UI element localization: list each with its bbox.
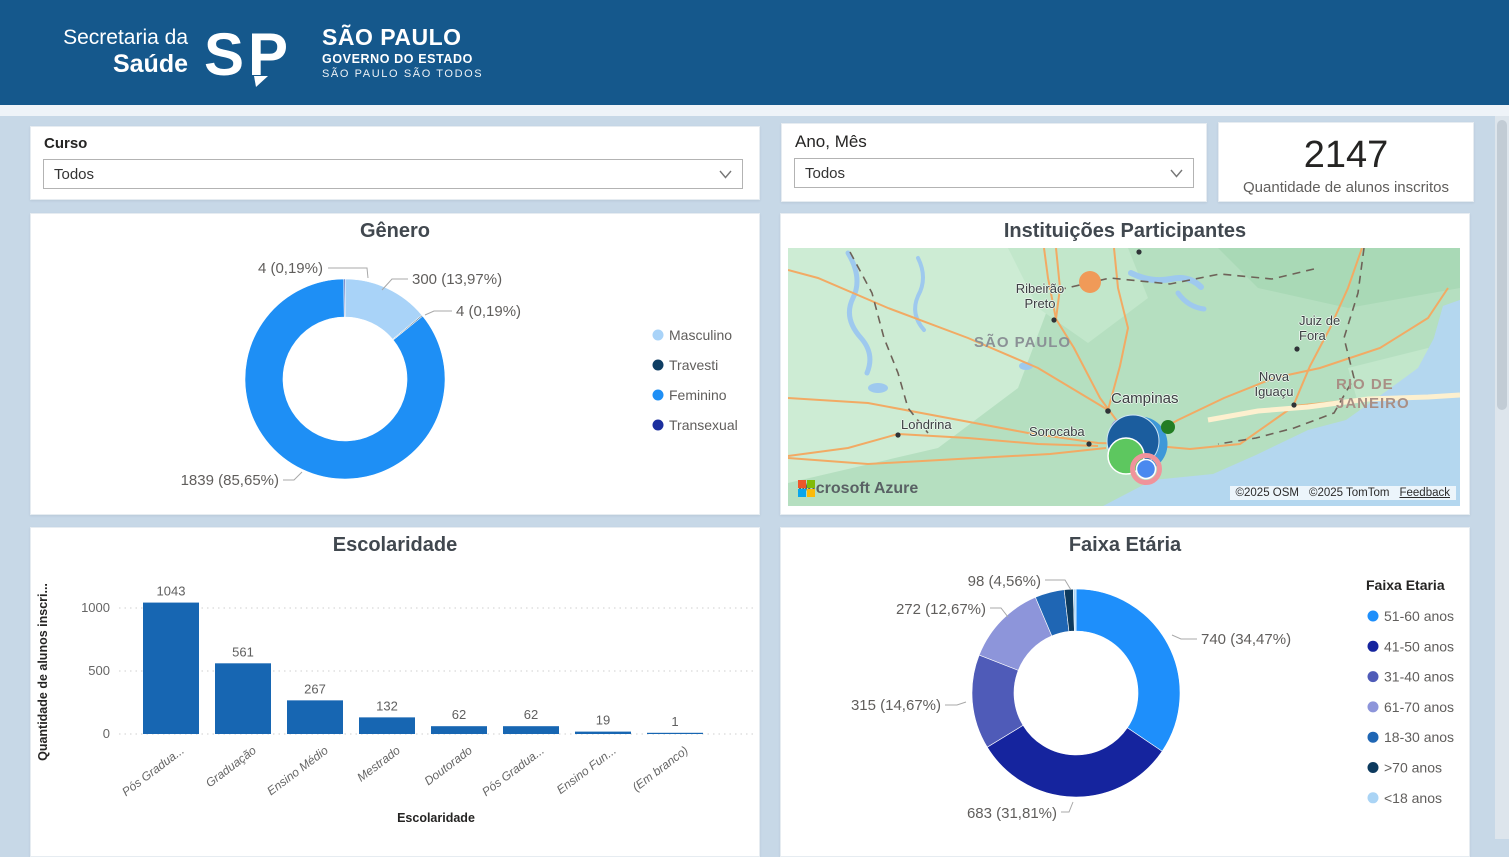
svg-text:(Em branco): (Em branco) (630, 743, 691, 794)
faixa-etaria-donut-chart[interactable]: 740 (34,47%) 683 (31,81%) 315 (14,67%) 272 … (781, 560, 1469, 854)
svg-text:1839 (85,65%): 1839 (85,65%) (181, 472, 279, 489)
svg-text:561: 561 (232, 644, 254, 659)
escolaridade-chart-title: Escolaridade (31, 534, 759, 557)
svg-text:Ensino Fun...: Ensino Fun... (554, 743, 619, 797)
svg-text:315 (14,67%): 315 (14,67%) (851, 697, 941, 714)
svg-text:0: 0 (103, 726, 110, 741)
org-line2: Saúde (36, 50, 188, 79)
ano-mes-filter-label: Ano, Mês (795, 132, 867, 152)
svg-text:41-50 anos: 41-50 anos (1384, 638, 1454, 654)
map-title: Instituições Participantes (781, 220, 1469, 243)
map-city-nova-iguacu: Nova Iguaçu (1252, 370, 1296, 400)
escolaridade-bar-chart[interactable]: 0 500 1000 1043 Pós Gradua... 561 Graduação 267… (31, 556, 759, 852)
svg-text:51-60 anos: 51-60 anos (1384, 608, 1454, 624)
map-bubble-ribeirao[interactable] (1079, 271, 1101, 293)
svg-text:1000: 1000 (81, 600, 110, 615)
curso-filter-dropdown[interactable]: Todos (43, 159, 743, 189)
genero-chart-card: Gênero 300 (13,97%) 4 (0,19%) 1839 (85,65%… (30, 213, 760, 515)
org-line1: Secretaria da (36, 26, 188, 50)
svg-text:Transexual: Transexual (669, 417, 738, 433)
svg-text:S: S (204, 21, 244, 88)
genero-chart-title: Gênero (31, 220, 759, 243)
svg-text:Doutorado: Doutorado (422, 743, 475, 788)
map-bubble-darkgreen[interactable] (1161, 420, 1175, 434)
genero-donut-chart[interactable]: 300 (13,97%) 4 (0,19%) 1839 (85,65%) 4 (0,1… (31, 246, 759, 514)
svg-text:62: 62 (524, 707, 538, 722)
svg-text:Travesti: Travesti (669, 357, 718, 373)
svg-text:Masculino: Masculino (669, 327, 732, 343)
microsoft-icon (798, 480, 815, 497)
ano-mes-filter-card: Ano, Mês Todos (781, 123, 1207, 202)
tomtom-credit: ©2025 TomTom (1309, 487, 1390, 499)
azure-logo: Microsoft Azure (798, 480, 918, 498)
chevron-down-icon (719, 170, 732, 179)
gov-title: SÃO PAULO GOVERNO DO ESTADO SÃO PAULO SÃ… (322, 24, 483, 81)
svg-text:19: 19 (596, 713, 610, 728)
map-attribution: ©2025 OSM ©2025 TomTom Feedback (1230, 486, 1456, 500)
faixa-etaria-chart-title: Faixa Etária (781, 534, 1469, 557)
map-state-sao-paulo: SÃO PAULO (974, 334, 1071, 353)
svg-text:500: 500 (88, 663, 110, 678)
scrollbar-thumb[interactable] (1497, 120, 1507, 410)
kpi-card: 2147 Quantidade de alunos inscritos (1218, 122, 1474, 202)
vertical-scrollbar[interactable] (1495, 116, 1509, 839)
gov-line2: GOVERNO DO ESTADO (322, 52, 483, 67)
sp-logo: S P (204, 18, 308, 88)
svg-text:Pós Gradua...: Pós Gradua... (119, 743, 187, 799)
svg-text:1: 1 (671, 714, 678, 729)
header-divider (0, 105, 1509, 116)
feedback-link[interactable]: Feedback (1399, 487, 1450, 499)
svg-text:>70 anos: >70 anos (1384, 760, 1442, 776)
org-title: Secretaria da Saúde (36, 26, 188, 79)
escolaridade-chart-card: Escolaridade 0 500 1000 1043 Pós Gradua... 56… (30, 527, 760, 857)
svg-text:62: 62 (452, 707, 466, 722)
gov-line1: SÃO PAULO (322, 24, 483, 52)
svg-text:18-30 anos: 18-30 anos (1384, 729, 1454, 745)
map-city-sorocaba: Sorocaba (1029, 425, 1085, 440)
svg-text:61-70 anos: 61-70 anos (1384, 699, 1454, 715)
map-card: Instituições Participantes (780, 213, 1470, 515)
map-canvas[interactable]: SÃO PAULO RIO DE JANEIRO Ribeirão Preto … (788, 248, 1460, 506)
curso-filter-value: Todos (54, 166, 94, 183)
map-city-ribeirao-preto: Ribeirão Preto (1015, 282, 1065, 312)
svg-text:683 (31,81%): 683 (31,81%) (967, 805, 1057, 822)
svg-text:267: 267 (304, 681, 326, 696)
svg-text:P: P (248, 21, 288, 88)
ano-mes-filter-value: Todos (805, 165, 845, 182)
svg-text:Escolaridade: Escolaridade (397, 811, 475, 825)
map-city-campinas: Campinas (1111, 390, 1179, 407)
svg-text:1043: 1043 (157, 584, 186, 599)
map-city-londrina: Londrina (901, 418, 952, 433)
svg-text:4 (0,19%): 4 (0,19%) (258, 260, 323, 277)
svg-text:<18 anos: <18 anos (1384, 790, 1442, 806)
kpi-value: 2147 (1219, 135, 1473, 177)
map-state-rio-de-janeiro: RIO DE JANEIRO (1336, 376, 1410, 414)
faixa-etaria-chart-card: Faixa Etária 740 (34,47%) 683 (31,81%) 315… (780, 527, 1470, 857)
kpi-caption: Quantidade de alunos inscritos (1219, 179, 1473, 196)
svg-text:4 (0,19%): 4 (0,19%) (456, 303, 521, 320)
svg-text:Ensino Médio: Ensino Médio (264, 743, 331, 798)
svg-text:Graduação: Graduação (203, 743, 259, 790)
svg-text:98 (4,56%): 98 (4,56%) (968, 573, 1041, 590)
app-header: Secretaria da Saúde S P SÃO PAULO GOVERN… (0, 0, 1509, 105)
osm-credit: ©2025 OSM (1236, 487, 1299, 499)
azure-label: Microsoft Azure (798, 480, 918, 498)
curso-filter-card: Curso Todos (30, 126, 760, 200)
sp-logo-icon: S P (204, 18, 308, 88)
svg-text:31-40 anos: 31-40 anos (1384, 669, 1454, 685)
svg-text:Faixa Etaria: Faixa Etaria (1366, 577, 1445, 593)
svg-text:Pós Gradua...: Pós Gradua... (479, 743, 547, 799)
curso-filter-label: Curso (44, 135, 87, 152)
svg-text:Quantidade de alunos inscri...: Quantidade de alunos inscri... (36, 583, 50, 761)
svg-text:Mestrado: Mestrado (354, 743, 403, 784)
svg-text:Feminino: Feminino (669, 387, 727, 403)
map-city-juiz-de-fora: Juiz de Fora (1299, 314, 1340, 344)
svg-text:300 (13,97%): 300 (13,97%) (412, 271, 502, 288)
gov-line3: SÃO PAULO SÃO TODOS (322, 68, 483, 81)
svg-text:740 (34,47%): 740 (34,47%) (1201, 631, 1291, 648)
ano-mes-filter-dropdown[interactable]: Todos (794, 158, 1194, 188)
svg-text:132: 132 (376, 698, 398, 713)
chevron-down-icon (1170, 169, 1183, 178)
svg-text:272 (12,67%): 272 (12,67%) (896, 601, 986, 618)
